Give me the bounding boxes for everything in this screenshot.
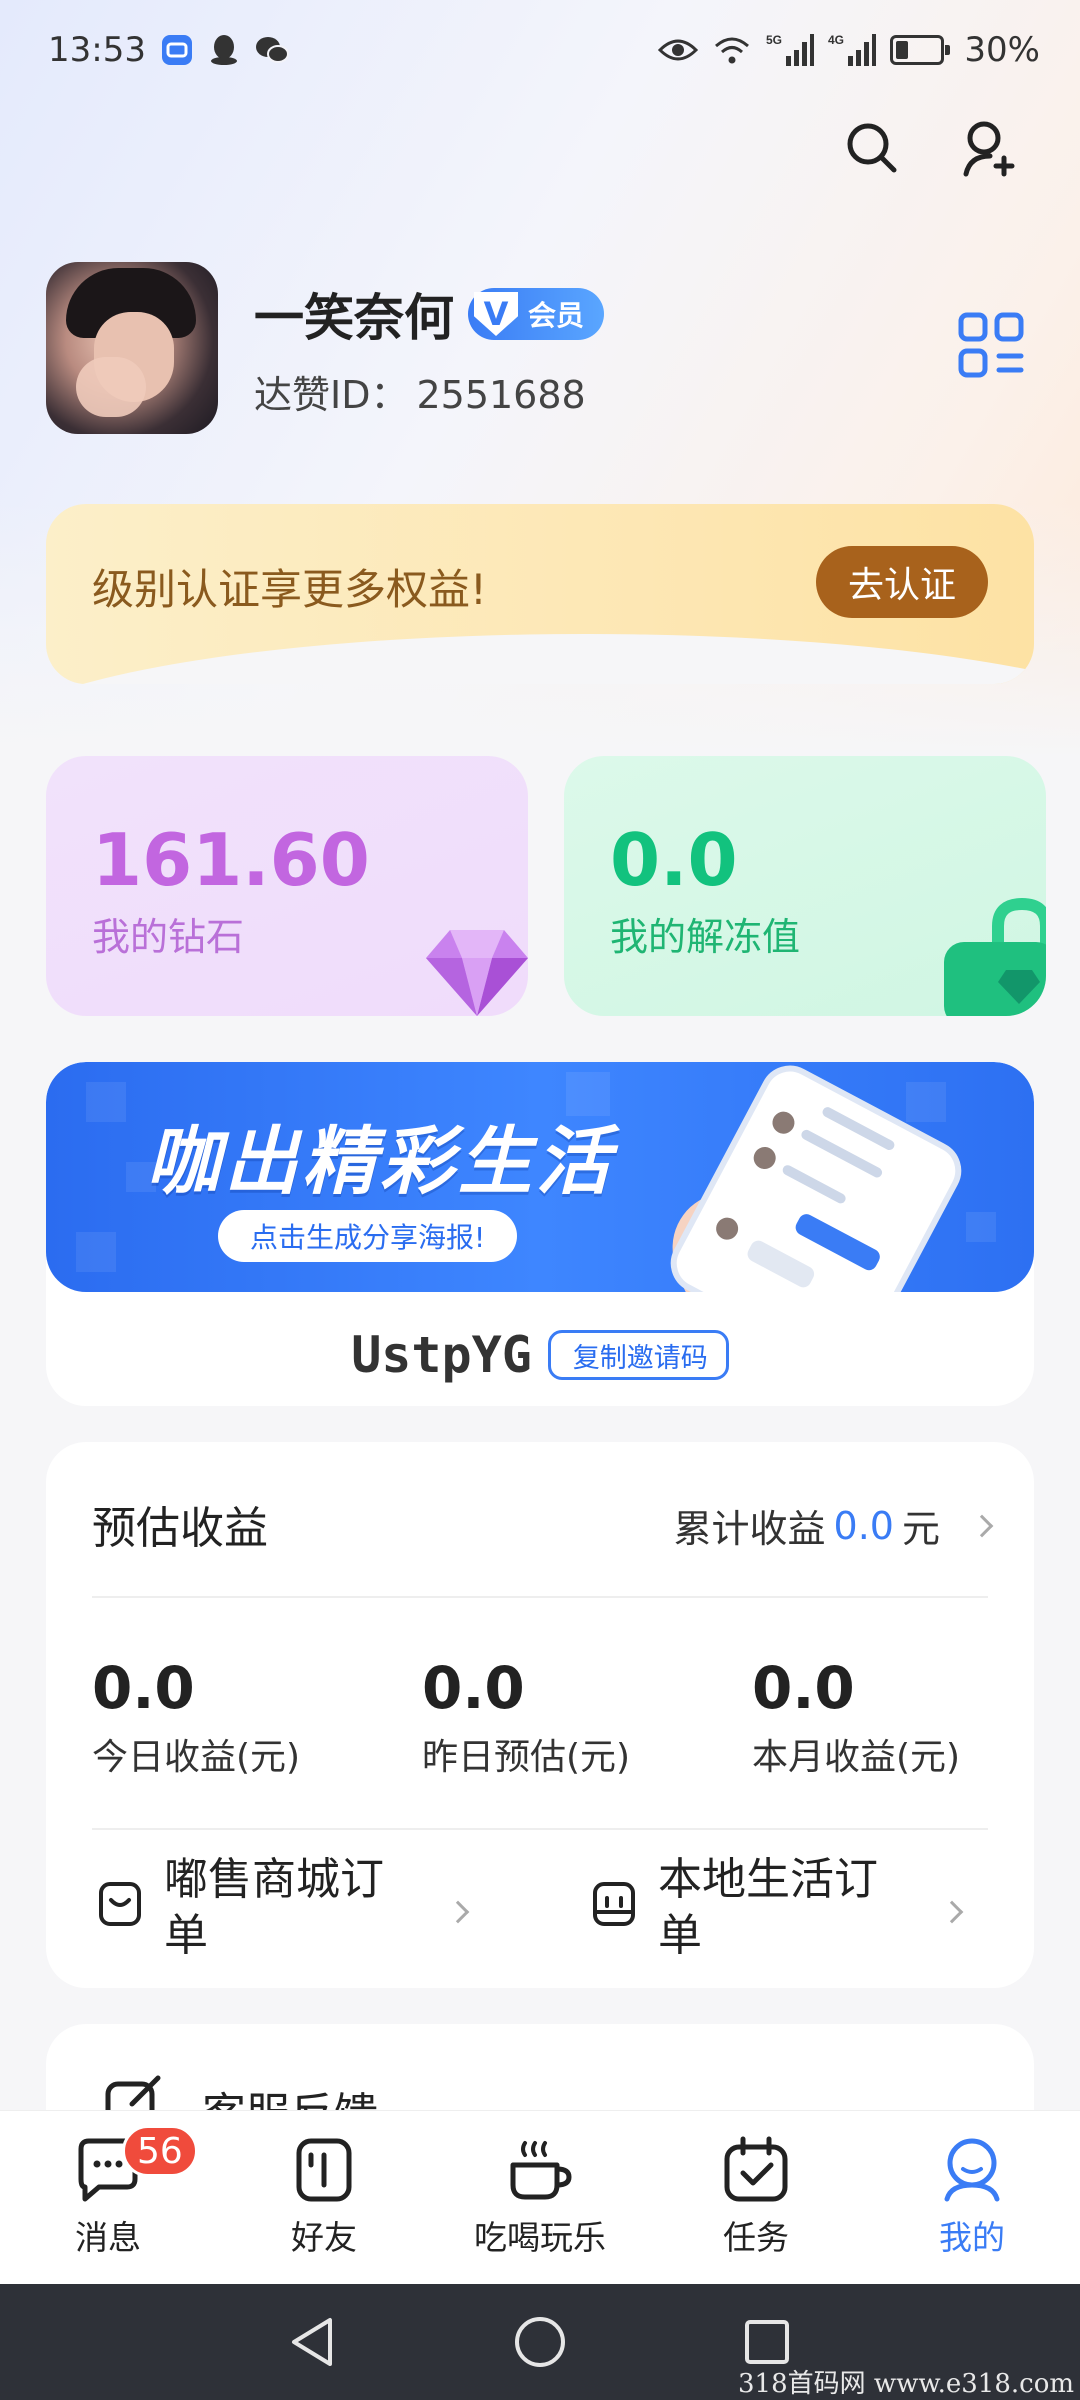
tab-friends[interactable]: 好友 bbox=[234, 2135, 414, 2259]
bag-icon bbox=[99, 1882, 141, 1926]
top-actions bbox=[842, 118, 1020, 178]
add-friend-button[interactable] bbox=[960, 118, 1020, 178]
signal-5g-icon: 5G bbox=[766, 32, 815, 68]
chevron-right-icon bbox=[940, 1900, 964, 1924]
stat-label: 昨日预估(元) bbox=[422, 1737, 631, 1778]
unfreeze-label: 我的解冻值 bbox=[610, 915, 801, 959]
certification-text: 级别认证享更多权益! bbox=[92, 565, 487, 614]
tab-messages[interactable]: 56 消息 bbox=[18, 2125, 198, 2259]
diamond-label: 我的钻石 bbox=[92, 915, 245, 959]
stat-label: 今日收益(元) bbox=[92, 1737, 301, 1778]
tab-label: 吃喝玩乐 bbox=[474, 2218, 606, 2257]
unread-badge: 56 bbox=[122, 2125, 198, 2177]
total-earnings-value: 0.0 bbox=[833, 1503, 894, 1548]
generate-poster-button[interactable]: 点击生成分享海报! bbox=[218, 1210, 518, 1262]
bottom-tab-bar: 56 消息 好友 吃喝玩乐 任务 我的 bbox=[0, 2110, 1080, 2284]
certification-banner[interactable]: 级别认证享更多权益! 去认证 bbox=[46, 504, 1034, 684]
chevron-right-icon bbox=[446, 1900, 470, 1924]
total-earnings-label: 累计收益 bbox=[673, 1507, 826, 1551]
calendar-check-icon bbox=[724, 2136, 788, 2202]
avatar[interactable] bbox=[46, 262, 218, 434]
tab-mine[interactable]: 我的 bbox=[882, 2135, 1062, 2259]
diamond-gem-icon bbox=[426, 930, 528, 1016]
local-life-orders-link[interactable]: 本地生活订单 bbox=[590, 1852, 964, 1964]
status-bar: 13:53 5G 4G 30% bbox=[0, 0, 1080, 100]
copy-invite-code-button[interactable]: 复制邀请码 bbox=[547, 1330, 729, 1380]
vip-icon: V bbox=[474, 292, 518, 336]
share-poster-banner[interactable]: 咖出精彩生活 点击生成分享海报! bbox=[46, 1062, 1034, 1292]
ticket-icon bbox=[593, 1882, 635, 1926]
chevron-right-icon bbox=[970, 1514, 994, 1537]
diamond-card[interactable]: 161.60 我的钻石 bbox=[46, 756, 528, 1016]
wifi-icon bbox=[712, 34, 752, 66]
unfreeze-value: 0.0 bbox=[610, 818, 738, 902]
battery-percent: 30% bbox=[964, 30, 1040, 70]
tab-label: 好友 bbox=[291, 2218, 357, 2257]
search-button[interactable] bbox=[842, 118, 902, 178]
back-button[interactable] bbox=[278, 2307, 348, 2377]
qr-code-icon bbox=[958, 312, 1024, 378]
profile-id-label: 达赞ID： bbox=[254, 373, 409, 417]
stat-label: 本月收益(元) bbox=[752, 1737, 961, 1778]
tab-food-fun[interactable]: 吃喝玩乐 bbox=[450, 2135, 630, 2259]
total-earnings-unit: 元 bbox=[901, 1507, 940, 1551]
profile-id-value: 2551688 bbox=[416, 373, 586, 417]
share-headline: 咖出精彩生活 bbox=[146, 1119, 614, 1205]
svg-text:5G: 5G bbox=[766, 33, 782, 47]
stat-value: 0.0 bbox=[92, 1654, 195, 1722]
recents-square-icon bbox=[744, 2320, 789, 2364]
coffee-cup-icon bbox=[510, 2141, 572, 2200]
add-user-icon bbox=[963, 121, 1015, 177]
vip-badge[interactable]: V 会员 bbox=[468, 288, 605, 340]
tab-label: 任务 bbox=[723, 2218, 789, 2257]
stat-yesterday: 0.0 昨日预估(元) bbox=[422, 1654, 630, 1780]
divider bbox=[92, 1596, 988, 1598]
profile-name: 一笑奈何 bbox=[254, 289, 454, 347]
earnings-card: 预估收益 累计收益 0.0 元 0.0 今日收益(元) 0.0 昨日预估(元) 0.… bbox=[46, 1442, 1034, 1988]
eye-icon bbox=[658, 36, 699, 64]
back-triangle-icon bbox=[292, 2318, 333, 2366]
home-button[interactable] bbox=[505, 2307, 575, 2377]
profile-name-row: 一笑奈何 V 会员 bbox=[254, 278, 605, 350]
watermark: 318首码网 www.e318.com bbox=[738, 2369, 1074, 2399]
invite-code: UstpYG bbox=[351, 1326, 532, 1384]
divider bbox=[92, 1828, 988, 1830]
diamond-value: 161.60 bbox=[92, 818, 370, 902]
unfreeze-card[interactable]: 0.0 我的解冻值 bbox=[564, 756, 1046, 1016]
wechat-icon bbox=[254, 34, 290, 66]
stat-today: 0.0 今日收益(元) bbox=[92, 1654, 300, 1780]
vip-badge-label: 会员 bbox=[528, 299, 585, 332]
search-icon bbox=[847, 123, 897, 173]
home-circle-icon bbox=[514, 2317, 565, 2367]
qq-icon bbox=[208, 33, 240, 67]
mall-orders-label: 嘟售商城订单 bbox=[164, 1854, 384, 1961]
svg-text:4G: 4G bbox=[828, 33, 844, 47]
certify-button[interactable]: 去认证 bbox=[816, 546, 988, 618]
profile-id: 达赞ID： 2551688 bbox=[254, 364, 586, 419]
invite-row: UstpYG 复制邀请码 bbox=[46, 1326, 1034, 1384]
tab-label: 消息 bbox=[75, 2218, 141, 2257]
stat-value: 0.0 bbox=[422, 1654, 525, 1722]
status-time: 13:53 bbox=[48, 30, 146, 70]
battery-icon bbox=[890, 35, 951, 65]
local-life-orders-label: 本地生活订单 bbox=[658, 1854, 878, 1961]
tab-tasks[interactable]: 任务 bbox=[666, 2135, 846, 2259]
tab-label: 我的 bbox=[939, 2218, 1005, 2257]
qr-code-button[interactable] bbox=[958, 312, 1024, 378]
app-notification-icon bbox=[160, 33, 194, 67]
lock-icon bbox=[944, 897, 1046, 1016]
stat-value: 0.0 bbox=[752, 1654, 855, 1722]
mall-orders-link[interactable]: 嘟售商城订单 bbox=[96, 1852, 470, 1964]
profile-icon bbox=[944, 2138, 1000, 2202]
signal-4g-icon: 4G bbox=[828, 32, 877, 68]
share-card: 咖出精彩生活 点击生成分享海报! UstpYG 复制邀请码 bbox=[46, 1062, 1034, 1406]
stat-month: 0.0 本月收益(元) bbox=[752, 1654, 960, 1780]
total-earnings-link[interactable]: 累计收益 0.0 元 bbox=[673, 1498, 994, 1553]
friends-icon bbox=[296, 2138, 352, 2202]
earnings-title: 预估收益 bbox=[92, 1503, 268, 1554]
